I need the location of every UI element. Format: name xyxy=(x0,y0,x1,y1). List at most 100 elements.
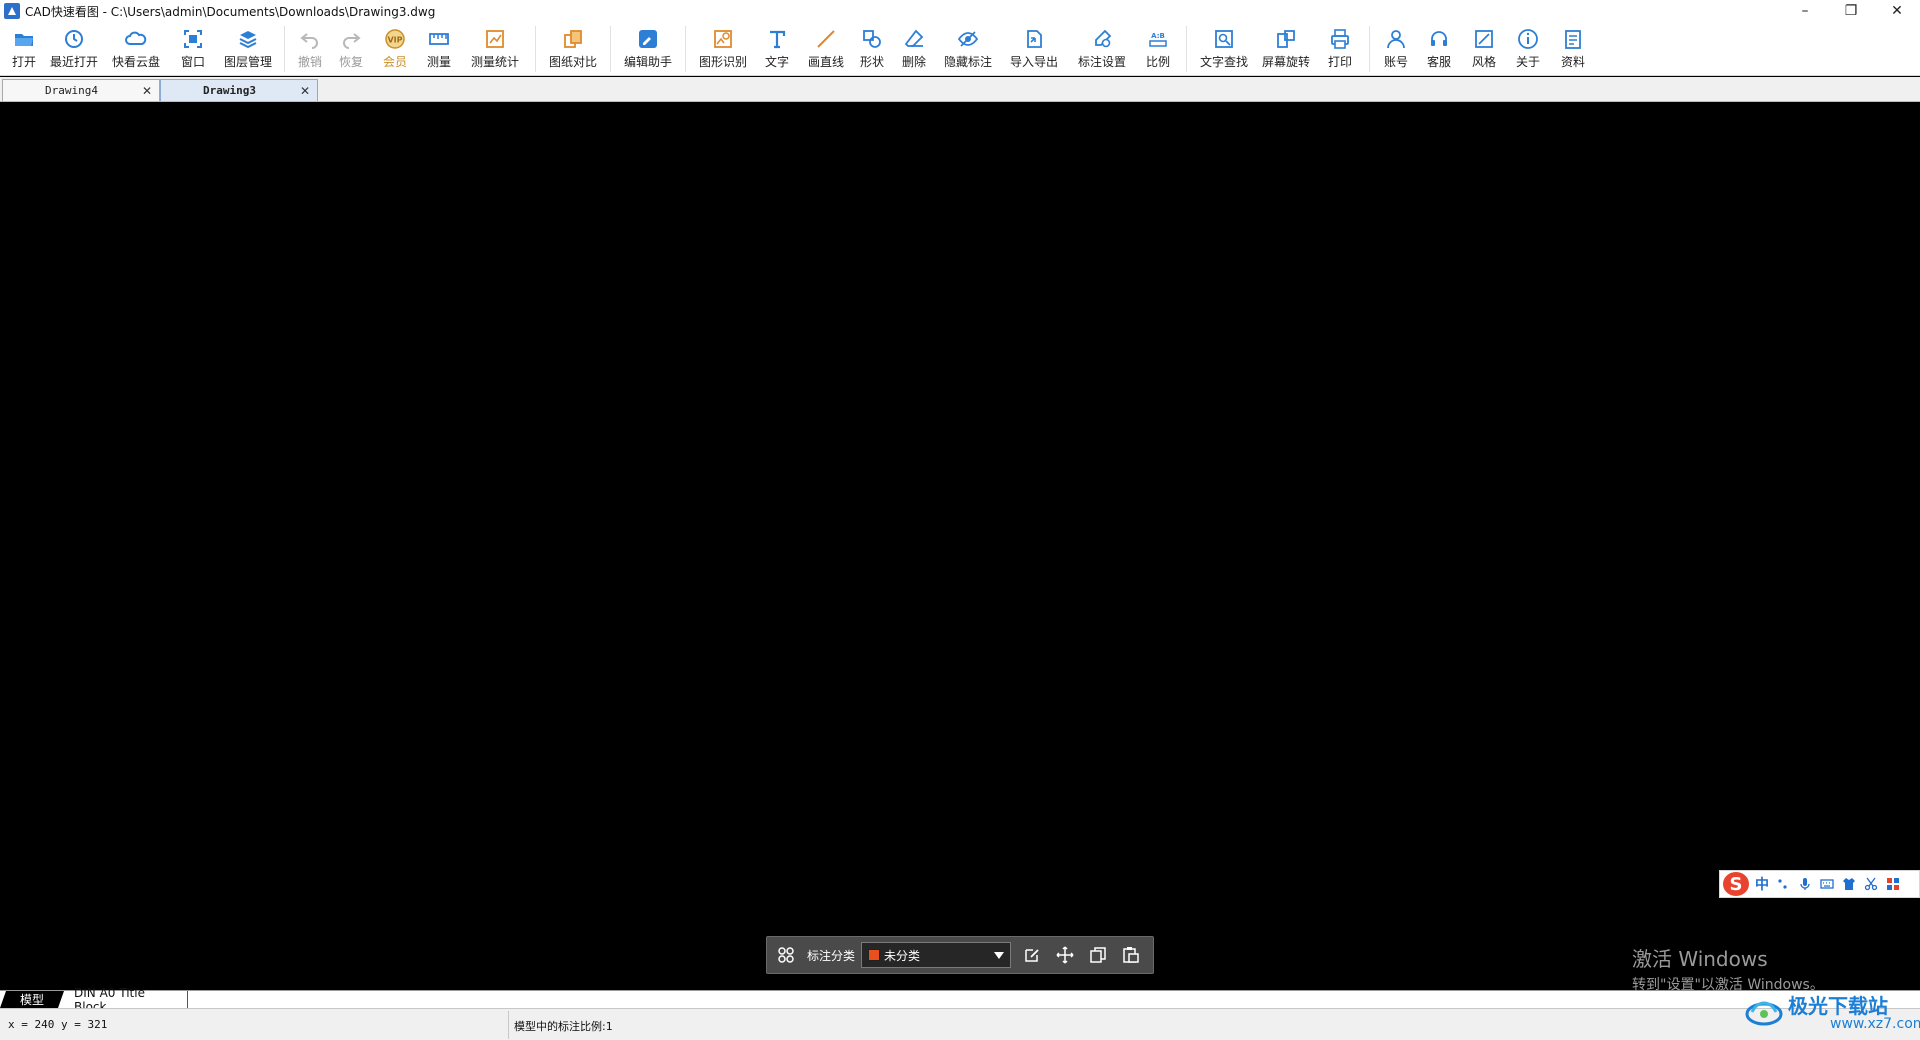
tab-drawing4[interactable]: Drawing4 ✕ xyxy=(2,79,160,101)
toolbar-divider xyxy=(1186,26,1187,72)
apps-grid-icon[interactable] xyxy=(1885,876,1901,892)
annotation-scale-status: 模型中的标注比例:1 xyxy=(514,1020,613,1033)
tab-drawing3[interactable]: Drawing3 ✕ xyxy=(160,79,318,101)
delete-button[interactable]: 删除 xyxy=(892,22,936,76)
edit-assistant-button[interactable]: 编辑助手 xyxy=(617,22,679,76)
toolbar-divider xyxy=(685,26,686,72)
info-icon xyxy=(1515,28,1541,50)
close-button[interactable]: ✕ xyxy=(1874,0,1920,22)
sogou-logo-icon[interactable]: S xyxy=(1723,872,1749,896)
redo-icon xyxy=(338,28,364,50)
close-icon[interactable]: ✕ xyxy=(140,84,154,98)
folder-open-icon xyxy=(11,28,37,50)
ruler-icon xyxy=(426,28,452,50)
document-tab-bar: Drawing4 ✕ Drawing3 ✕ xyxy=(0,77,1920,102)
compare-icon xyxy=(560,28,586,50)
microphone-icon[interactable] xyxy=(1797,876,1813,892)
copy-icon[interactable] xyxy=(1087,944,1109,966)
recent-clock-icon xyxy=(61,28,87,50)
printer-icon xyxy=(1327,28,1353,50)
status-bar: x = 240 y = 321 模型中的标注比例:1 xyxy=(0,1008,1920,1040)
toolbar-divider xyxy=(535,26,536,72)
window-button[interactable]: 窗口 xyxy=(168,22,218,76)
drawing-canvas[interactable] xyxy=(0,102,1920,990)
punctuation-icon[interactable] xyxy=(1775,876,1791,892)
cursor-coordinates: x = 240 y = 321 xyxy=(8,1018,108,1031)
chevron-down-icon xyxy=(994,952,1005,959)
app-logo-icon xyxy=(4,3,20,19)
style-icon xyxy=(1471,28,1497,50)
layers-icon xyxy=(235,28,261,50)
svg-text:VIP: VIP xyxy=(387,36,402,45)
text-button[interactable]: 文字 xyxy=(754,22,800,76)
shape-recognize-button[interactable]: 图形识别 xyxy=(692,22,754,76)
drawing-compare-button[interactable]: 图纸对比 xyxy=(542,22,604,76)
shapes-icon xyxy=(859,28,885,50)
hide-annotation-button[interactable]: 隐藏标注 xyxy=(936,22,1000,76)
annotation-category-label: 标注分类 xyxy=(807,948,856,963)
cloud-icon xyxy=(123,28,149,50)
undo-button[interactable]: 撤销 xyxy=(291,22,329,76)
eye-hide-icon xyxy=(955,28,981,50)
headset-icon xyxy=(1426,28,1452,50)
layer-manager-button[interactable]: 图层管理 xyxy=(218,22,278,76)
user-icon xyxy=(1383,28,1409,50)
rotate-screen-button[interactable]: 屏幕旋转 xyxy=(1255,22,1317,76)
minimize-button[interactable]: – xyxy=(1782,0,1828,22)
account-button[interactable]: 账号 xyxy=(1376,22,1416,76)
about-button[interactable]: 关于 xyxy=(1506,22,1550,76)
svg-text:A:B: A:B xyxy=(1151,32,1165,40)
measure-stats-button[interactable]: 测量统计 xyxy=(461,22,529,76)
scissors-icon[interactable] xyxy=(1863,876,1879,892)
annotation-category-select[interactable]: 未分类 xyxy=(861,942,1012,968)
annotation-settings-button[interactable]: 标注设置 xyxy=(1068,22,1136,76)
tab-din-a0-title-block[interactable]: DIN A0 Title Block xyxy=(64,986,188,1014)
measure-button[interactable]: 测量 xyxy=(417,22,461,76)
annotation-toolbar: 标注分类 未分类 xyxy=(766,936,1154,974)
status-divider xyxy=(508,1011,509,1039)
move-arrows-icon[interactable] xyxy=(1054,944,1076,966)
grid-apps-icon[interactable] xyxy=(775,944,797,966)
scale-icon: A:B xyxy=(1145,28,1171,50)
edit-note-icon[interactable] xyxy=(1021,944,1043,966)
annotation-settings-icon xyxy=(1089,28,1115,50)
draw-line-button[interactable]: 画直线 xyxy=(800,22,852,76)
recent-open-button[interactable]: 最近打开 xyxy=(44,22,104,76)
eraser-icon xyxy=(901,28,927,50)
text-t-icon xyxy=(764,28,790,50)
rotate-screen-icon xyxy=(1273,28,1299,50)
customer-service-button[interactable]: 客服 xyxy=(1416,22,1462,76)
main-toolbar: 打开 最近打开 快看云盘 窗口 图层管理 撤销 恢复 VIP 会员 测量 测量统… xyxy=(0,22,1920,76)
docs-icon xyxy=(1560,28,1586,50)
measure-stats-icon xyxy=(482,28,508,50)
open-button[interactable]: 打开 xyxy=(4,22,44,76)
skin-shirt-icon[interactable] xyxy=(1841,876,1857,892)
undo-icon xyxy=(297,28,323,50)
vip-button[interactable]: VIP 会员 xyxy=(373,22,417,76)
toolbar-divider xyxy=(284,26,285,72)
shape-recognize-icon xyxy=(710,28,736,50)
keyboard-icon[interactable] xyxy=(1819,876,1835,892)
tab-model[interactable]: 模型 xyxy=(0,991,64,1008)
window-frame-icon xyxy=(180,28,206,50)
scale-button[interactable]: A:B 比例 xyxy=(1136,22,1180,76)
shapes-button[interactable]: 形状 xyxy=(852,22,892,76)
paste-icon[interactable] xyxy=(1120,944,1142,966)
window-title: CAD快速看图 - C:\Users\admin\Documents\Downl… xyxy=(25,4,436,19)
edit-assistant-icon xyxy=(635,28,661,50)
ime-toolbar: S 中 xyxy=(1719,870,1920,898)
docs-button[interactable]: 资料 xyxy=(1550,22,1596,76)
redo-button[interactable]: 恢复 xyxy=(329,22,373,76)
site-brand-watermark: 极光下载站 www.xz7.com xyxy=(1744,986,1920,1036)
restore-button[interactable]: ❐ xyxy=(1828,0,1874,22)
print-button[interactable]: 打印 xyxy=(1317,22,1363,76)
text-search-button[interactable]: 文字查找 xyxy=(1193,22,1255,76)
cloud-disk-button[interactable]: 快看云盘 xyxy=(104,22,168,76)
toolbar-divider xyxy=(610,26,611,72)
text-search-icon xyxy=(1211,28,1237,50)
ime-chinese-mode[interactable]: 中 xyxy=(1755,874,1769,894)
toolbar-divider xyxy=(1369,26,1370,72)
close-icon[interactable]: ✕ xyxy=(298,84,312,98)
style-button[interactable]: 风格 xyxy=(1462,22,1506,76)
import-export-button[interactable]: 导入导出 xyxy=(1000,22,1068,76)
